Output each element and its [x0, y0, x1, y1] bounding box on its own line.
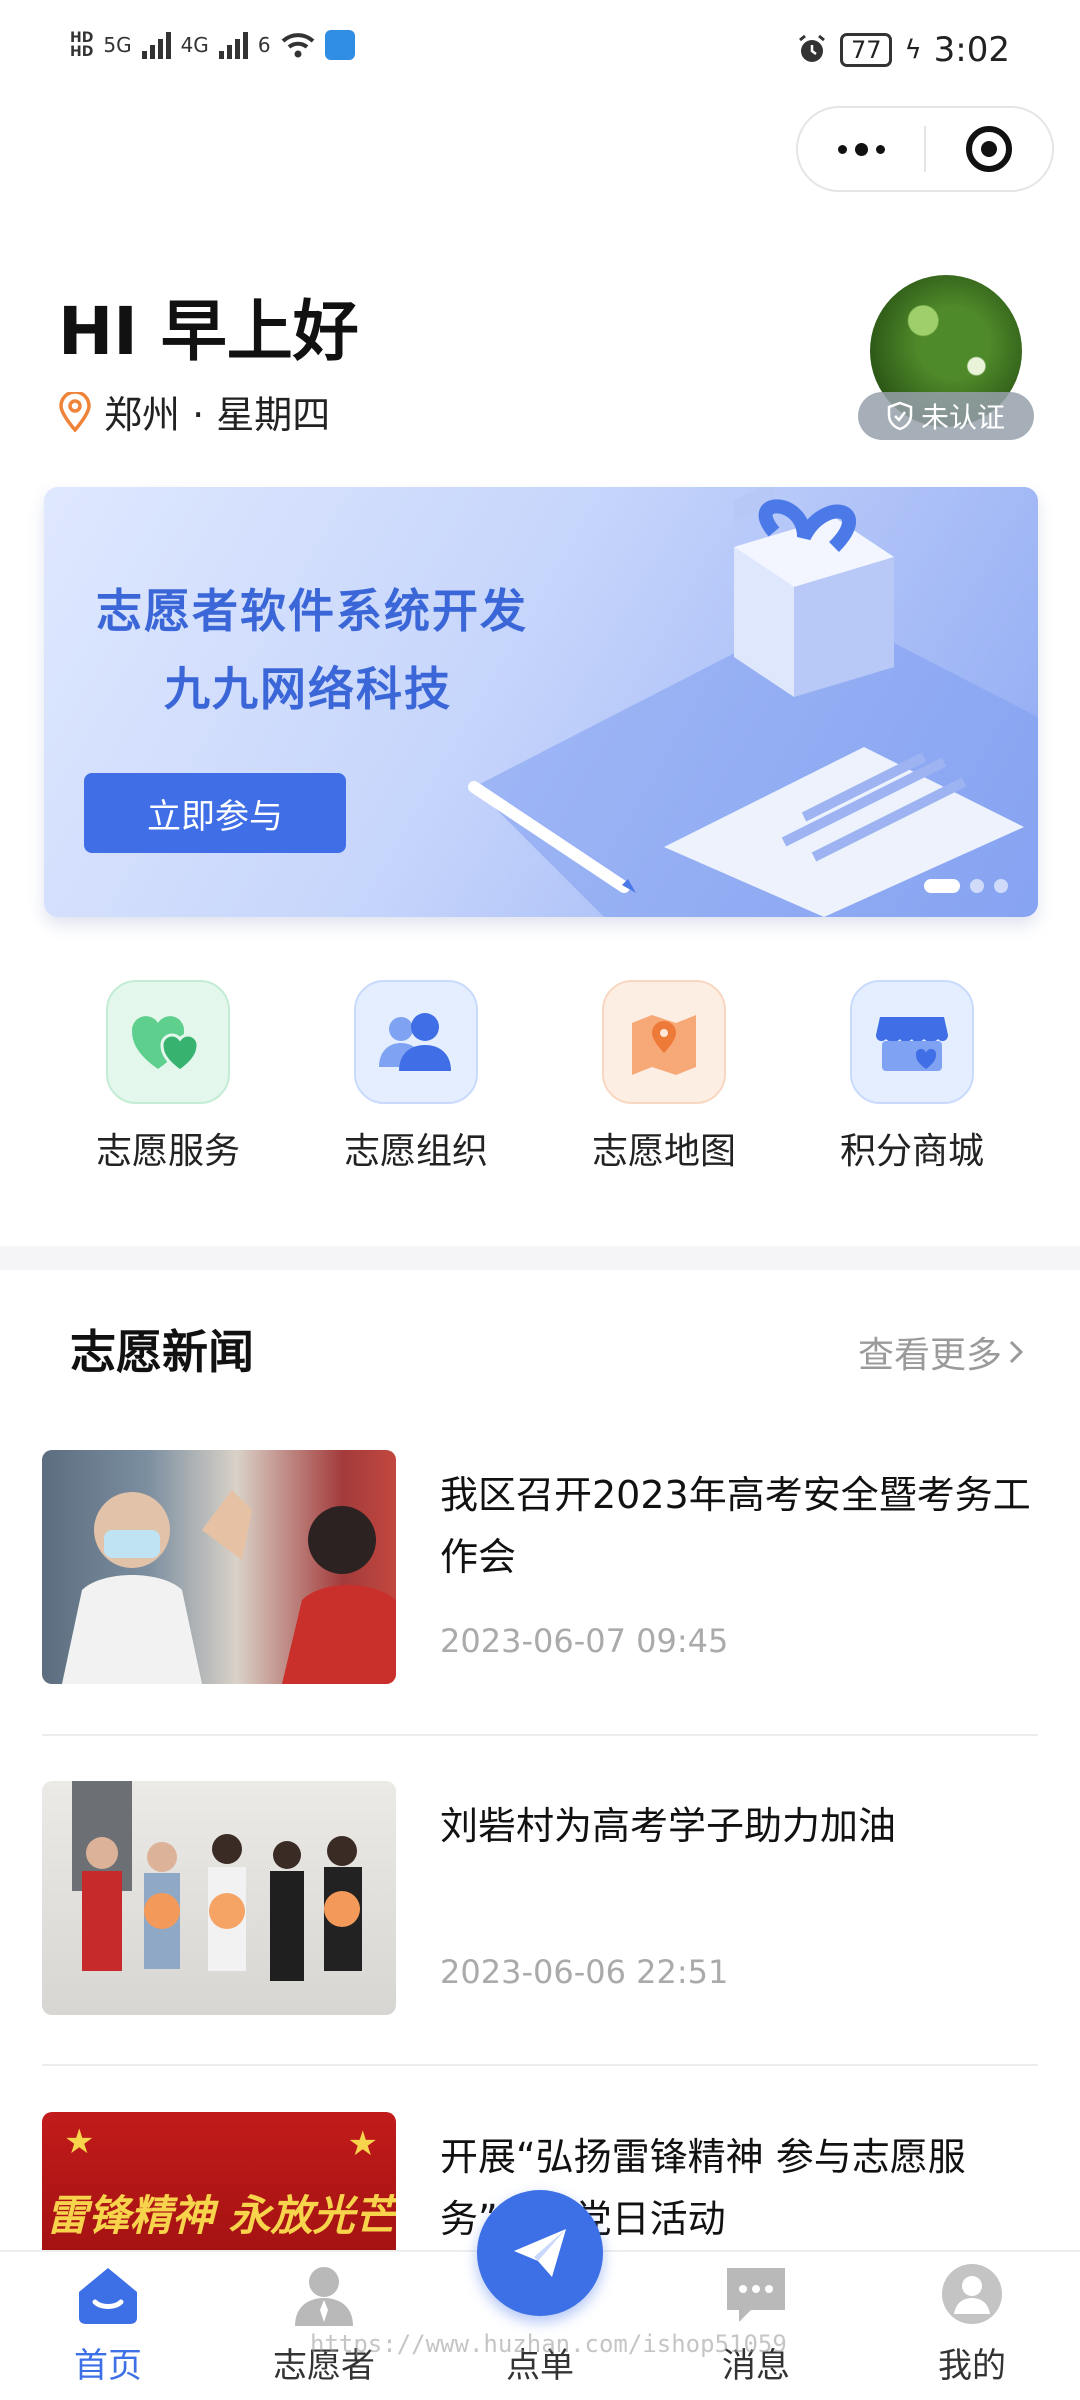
tab-volunteer[interactable]: 志愿者 [216, 2252, 432, 2400]
news-title: 刘砦村为高考学子助力加油 [440, 1804, 897, 1848]
message-icon [727, 2268, 785, 2322]
news-separator [42, 2064, 1038, 2066]
quick-item-points-mall[interactable]: 积分商城 [788, 980, 1036, 1180]
home-icon [79, 2268, 137, 2324]
wifi-label: 6 [257, 33, 271, 57]
news-date: 2023-06-07 09:45 [440, 1622, 729, 1660]
news-title: 我区召开2023年高考安全暨考务工作会 [440, 1473, 1031, 1579]
star-icon: ★ [64, 2122, 95, 2162]
paper-plane-icon [514, 2229, 566, 2277]
see-more-link[interactable]: 查看更多 [858, 1326, 1024, 1378]
cert-status-badge[interactable]: 未认证 [858, 392, 1034, 440]
map-icon [602, 980, 726, 1104]
thumbnail-banner-text: 雷锋精神 永放光芒 [46, 2191, 396, 2240]
location-row: 郑州 · 星期四 [58, 384, 330, 439]
chevron-right-icon [1009, 1340, 1024, 1364]
banner-title-line2: 九九网络科技 [164, 662, 452, 716]
charging-icon: ϟ [904, 35, 922, 65]
news-separator [42, 1734, 1038, 1736]
star-icon: ★ [347, 2124, 378, 2164]
banner-title-line1: 志愿者软件系统开发 [96, 584, 528, 638]
location-text: 郑州 · 星期四 [104, 393, 331, 437]
more-options-button[interactable] [798, 108, 924, 190]
carousel-dot [994, 879, 1008, 893]
news-date: 2023-06-06 22:51 [440, 1953, 729, 1991]
shield-icon [887, 401, 913, 431]
news-item[interactable]: 刘砦村为高考学子助力加油 2023-06-06 22:51 [42, 1781, 1038, 2015]
news-thumbnail [42, 1450, 396, 1684]
more-dot-icon [875, 144, 885, 154]
watermark-text: https://www.huzhan.com/ishop51059 [310, 2330, 787, 2358]
tab-profile[interactable]: 我的 [864, 2252, 1080, 2400]
hd-icon: HD HD [70, 30, 94, 60]
people-icon [354, 980, 478, 1104]
news-thumbnail: 雷锋精神 永放光芒 ★ ★ [42, 2112, 396, 2250]
quick-menu: 志愿服务 志愿组织 志愿地图 积分商城 [0, 980, 1080, 1180]
app-notification-icon [324, 30, 355, 60]
quick-item-volunteer-map[interactable]: 志愿地图 [540, 980, 788, 1180]
cert-status-label: 未认证 [920, 401, 1005, 434]
tab-label: 我的 [938, 2346, 1006, 2386]
quick-item-label: 志愿地图 [591, 1131, 736, 1172]
status-right: 77 ϟ 3:02 [796, 30, 1010, 70]
carousel-dot-active [924, 879, 960, 893]
status-bar: HD HD 5G 4G 6 77 ϟ 3:02 [0, 0, 1080, 100]
close-miniprogram-button[interactable] [926, 108, 1052, 190]
more-dot-icon [854, 142, 868, 156]
quick-item-label: 积分商城 [839, 1131, 984, 1172]
volunteer-icon [295, 2267, 353, 2326]
alarm-icon [799, 34, 825, 62]
profile-icon [942, 2264, 1002, 2324]
news-item[interactable]: 我区召开2023年高考安全暨考务工作会 2023-06-07 09:45 [42, 1450, 1038, 1684]
quick-item-volunteer-org[interactable]: 志愿组织 [292, 980, 540, 1180]
miniprogram-capsule [796, 106, 1054, 192]
network-type-2: 4G [180, 33, 209, 57]
news-section-title: 志愿新闻 [70, 1325, 254, 1379]
banner[interactable]: 志愿者软件系统开发 九九网络科技 立即参与 [44, 487, 1038, 917]
tab-messages[interactable]: 消息 [648, 2252, 864, 2400]
section-divider [0, 1246, 1080, 1270]
clock: 3:02 [933, 30, 1010, 70]
battery-level: 77 [839, 33, 893, 67]
see-more-label: 查看更多 [857, 1335, 1002, 1376]
carousel-indicator [924, 879, 1008, 893]
greeting-title: HI 早上好 [58, 293, 359, 370]
quick-item-volunteer-service[interactable]: 志愿服务 [44, 980, 292, 1180]
carousel-dot [970, 879, 984, 893]
signal-icon-2 [218, 31, 248, 59]
network-type-1: 5G [103, 33, 132, 57]
order-fab-button[interactable] [477, 2190, 603, 2316]
wifi-icon [281, 33, 314, 58]
location-pin-icon [59, 391, 91, 432]
target-icon [965, 126, 1012, 172]
status-left: HD HD 5G 4G 6 [70, 30, 355, 60]
tab-label: 首页 [74, 2346, 142, 2386]
signal-icon [141, 31, 171, 59]
store-icon [850, 980, 974, 1104]
quick-item-label: 志愿组织 [343, 1131, 488, 1172]
heart-icon [106, 980, 230, 1104]
news-thumbnail [42, 1781, 396, 2015]
tab-home[interactable]: 首页 [0, 2252, 216, 2400]
quick-item-label: 志愿服务 [95, 1131, 240, 1172]
more-dot-icon [837, 144, 847, 154]
join-now-button[interactable]: 立即参与 [84, 773, 346, 853]
